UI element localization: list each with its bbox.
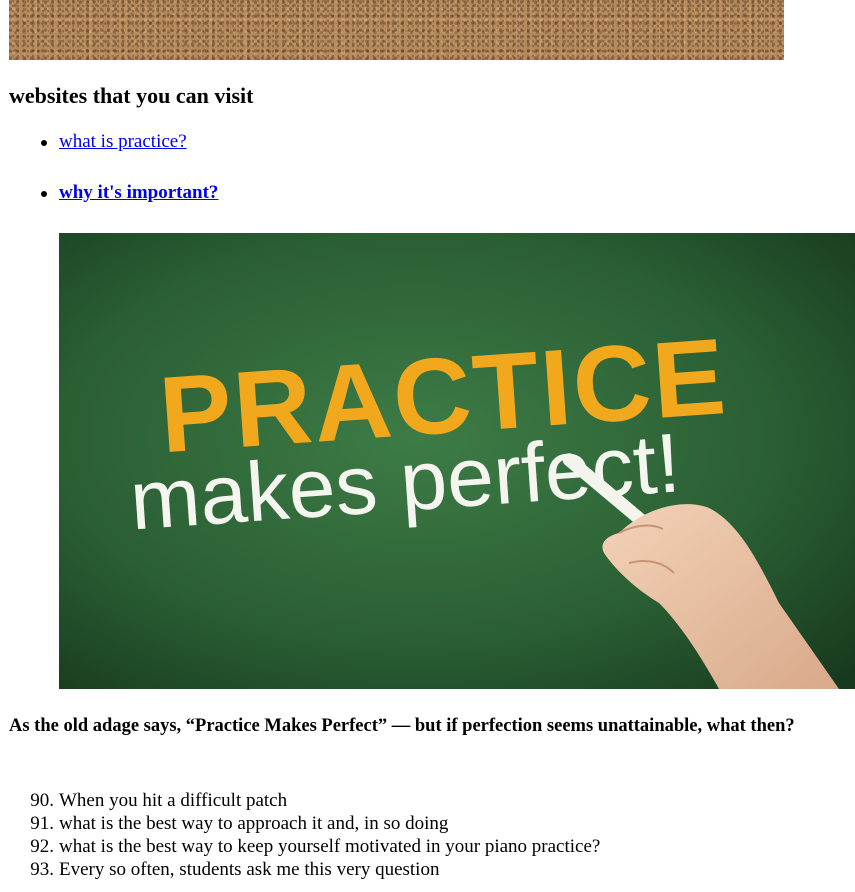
cork-banner-image xyxy=(9,0,784,60)
list-item-text: When you hit a difficult patch xyxy=(59,790,288,811)
bullet-icon xyxy=(41,191,47,197)
practice-makes-perfect-image: PRACTICE makes perfect! xyxy=(59,233,855,689)
list-item-number: 92. xyxy=(30,836,54,857)
list-item-text: what is the best way to keep yourself mo… xyxy=(59,836,601,857)
sites-heading: websites that you can visit xyxy=(9,83,254,108)
list-item-text: Every so often, students ask me this ver… xyxy=(59,859,440,880)
link-what-is-practice[interactable]: what is practice? xyxy=(59,130,187,154)
bullet-icon xyxy=(41,140,47,146)
list-item-number: 90. xyxy=(30,790,54,811)
adage-paragraph: As the old adage says, “Practice Makes P… xyxy=(9,716,795,736)
link-why-important[interactable]: why it's important? xyxy=(59,181,218,205)
list-item-number: 93. xyxy=(30,859,54,880)
list-item-text: what is the best way to approach it and,… xyxy=(59,813,449,834)
list-item-number: 91. xyxy=(30,813,54,834)
